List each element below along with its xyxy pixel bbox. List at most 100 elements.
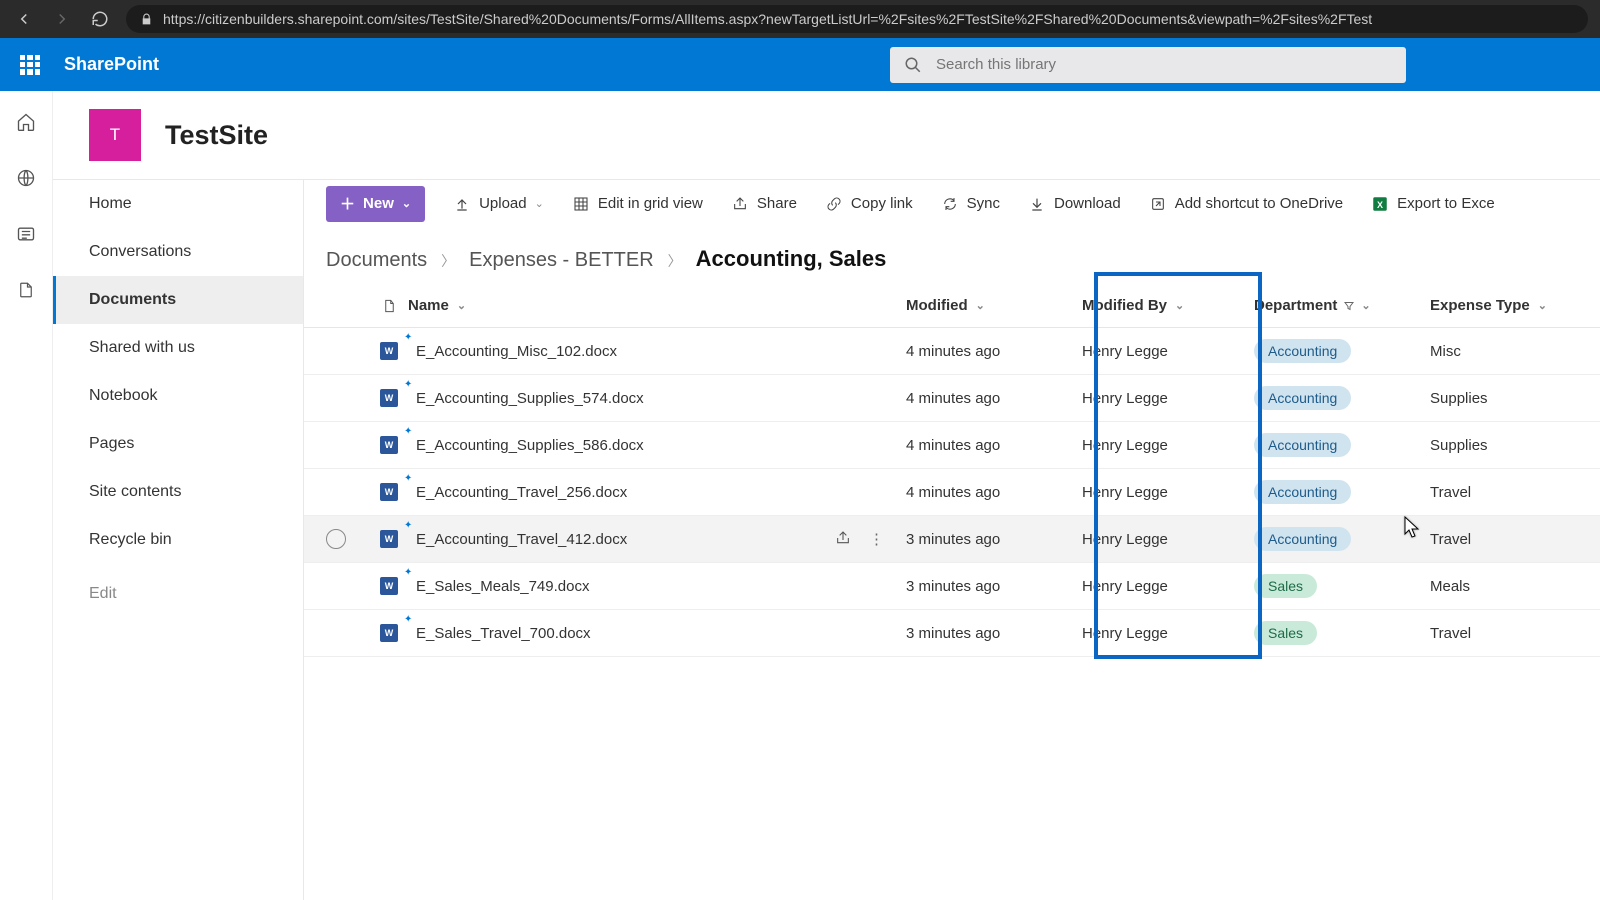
more-icon[interactable]: ⋮ [869, 530, 886, 548]
files-icon[interactable] [15, 279, 37, 301]
share-button[interactable]: Share [731, 195, 797, 213]
edit-grid-label: Edit in grid view [598, 195, 703, 212]
nav-item-notebook[interactable]: Notebook [53, 372, 303, 420]
download-label: Download [1054, 195, 1121, 212]
expense-type-cell: Supplies [1430, 437, 1600, 454]
download-button[interactable]: Download [1028, 195, 1121, 213]
table-row[interactable]: W✦E_Accounting_Supplies_586.docx4 minute… [304, 422, 1600, 469]
file-name[interactable]: ✦E_Sales_Meals_749.docx [408, 578, 589, 595]
search-wrap [890, 47, 1406, 83]
modified-by-cell[interactable]: Henry Legge [1082, 531, 1254, 548]
column-modified[interactable]: Modified⌄ [906, 297, 1082, 314]
table-row[interactable]: W✦E_Sales_Meals_749.docx3 minutes agoHen… [304, 563, 1600, 610]
nav-edit-link[interactable]: Edit [53, 570, 303, 618]
nav-item-conversations[interactable]: Conversations [53, 228, 303, 276]
export-excel-button[interactable]: X Export to Exce [1371, 195, 1495, 213]
upload-icon [453, 195, 471, 213]
site-logo[interactable]: T [89, 109, 141, 161]
reload-button[interactable] [88, 7, 112, 31]
expense-type-cell: Meals [1430, 578, 1600, 595]
address-bar[interactable]: https://citizenbuilders.sharepoint.com/s… [126, 5, 1588, 33]
sync-button[interactable]: Sync [941, 195, 1000, 213]
add-shortcut-button[interactable]: Add shortcut to OneDrive [1149, 195, 1343, 213]
modified-by-cell[interactable]: Henry Legge [1082, 484, 1254, 501]
news-icon[interactable] [15, 223, 37, 245]
svg-text:X: X [1377, 199, 1383, 209]
app-rail [0, 91, 53, 900]
word-file-icon: W [380, 436, 398, 454]
search-box[interactable] [890, 47, 1406, 83]
sync-label: Sync [967, 195, 1000, 212]
breadcrumb-link-1[interactable]: Documents [326, 249, 427, 272]
nav-item-shared-with-us[interactable]: Shared with us [53, 324, 303, 372]
modified-by-cell[interactable]: Henry Legge [1082, 390, 1254, 407]
table-row[interactable]: W✦E_Accounting_Supplies_574.docx4 minute… [304, 375, 1600, 422]
department-pill: Sales [1254, 574, 1317, 598]
new-indicator-icon: ✦ [404, 520, 412, 531]
share-icon[interactable] [835, 530, 851, 548]
file-name[interactable]: ✦E_Accounting_Supplies_574.docx [408, 390, 644, 407]
file-name[interactable]: ✦E_Accounting_Misc_102.docx [408, 343, 617, 360]
modified-by-cell[interactable]: Henry Legge [1082, 625, 1254, 642]
select-circle[interactable] [326, 529, 346, 549]
breadcrumb-link-2[interactable]: Expenses - BETTER [469, 249, 654, 272]
forward-button[interactable] [50, 7, 74, 31]
search-input[interactable] [936, 56, 1392, 73]
file-name[interactable]: ✦E_Sales_Travel_700.docx [408, 625, 591, 642]
new-button[interactable]: ＋ New ⌄ [326, 186, 425, 222]
suite-header: SharePoint [0, 38, 1600, 91]
share-label: Share [757, 195, 797, 212]
file-name[interactable]: ✦E_Accounting_Travel_412.docx [408, 531, 627, 548]
modified-by-cell[interactable]: Henry Legge [1082, 578, 1254, 595]
table-row[interactable]: W✦E_Accounting_Travel_412.docx⋮3 minutes… [304, 516, 1600, 563]
word-file-icon: W [380, 624, 398, 642]
lock-icon [140, 13, 153, 26]
nav-item-home[interactable]: Home [53, 180, 303, 228]
copy-link-button[interactable]: Copy link [825, 195, 913, 213]
modified-cell: 3 minutes ago [906, 625, 1082, 642]
edit-grid-button[interactable]: Edit in grid view [572, 195, 703, 213]
new-indicator-icon: ✦ [404, 567, 412, 578]
nav-item-pages[interactable]: Pages [53, 420, 303, 468]
department-pill: Accounting [1254, 433, 1351, 457]
expense-type-cell: Travel [1430, 625, 1600, 642]
column-modified-by[interactable]: Modified By⌄ [1082, 297, 1254, 314]
site-nav: HomeConversationsDocumentsShared with us… [53, 180, 304, 900]
breadcrumb-current: Accounting, Sales [696, 246, 887, 272]
column-name[interactable]: Name⌄ [408, 297, 906, 314]
modified-cell: 4 minutes ago [906, 484, 1082, 501]
nav-item-recycle-bin[interactable]: Recycle bin [53, 516, 303, 564]
column-department[interactable]: Department ⌄ [1254, 297, 1430, 314]
file-name[interactable]: ✦E_Accounting_Travel_256.docx [408, 484, 627, 501]
modified-by-cell[interactable]: Henry Legge [1082, 343, 1254, 360]
upload-button[interactable]: Upload ⌄ [453, 195, 544, 213]
file-type-column-icon[interactable] [370, 297, 408, 315]
back-button[interactable] [12, 7, 36, 31]
filter-icon [1343, 300, 1355, 312]
chevron-down-icon: ⌄ [1361, 299, 1370, 312]
suite-label[interactable]: SharePoint [64, 54, 159, 75]
breadcrumb: Documents 〉 Expenses - BETTER 〉 Accounti… [304, 228, 1600, 284]
table-row[interactable]: W✦E_Accounting_Misc_102.docx4 minutes ag… [304, 328, 1600, 375]
chevron-down-icon: ⌄ [1175, 299, 1184, 312]
word-file-icon: W [380, 530, 398, 548]
column-expense-type[interactable]: Expense Type⌄ [1430, 297, 1600, 314]
home-icon[interactable] [15, 111, 37, 133]
nav-item-documents[interactable]: Documents [53, 276, 303, 324]
nav-item-site-contents[interactable]: Site contents [53, 468, 303, 516]
site-title[interactable]: TestSite [165, 120, 268, 151]
chevron-right-icon: 〉 [441, 251, 455, 271]
table-row[interactable]: W ✦E_Sales_Travel_700.docx 3 minutes agoHe… [304, 610, 1600, 657]
expense-type-cell: Misc [1430, 343, 1600, 360]
modified-by-cell[interactable]: Henry Legge [1082, 437, 1254, 454]
chevron-down-icon: ⌄ [535, 197, 544, 210]
table-row[interactable]: W✦E_Accounting_Travel_256.docx4 minutes … [304, 469, 1600, 516]
file-name[interactable]: ✦E_Accounting_Supplies_586.docx [408, 437, 644, 454]
new-indicator-icon: ✦ [404, 332, 412, 343]
excel-icon: X [1371, 195, 1389, 213]
globe-icon[interactable] [15, 167, 37, 189]
copy-link-label: Copy link [851, 195, 913, 212]
app-launcher-icon[interactable] [20, 55, 40, 75]
shortcut-icon [1149, 195, 1167, 213]
link-icon [825, 195, 843, 213]
